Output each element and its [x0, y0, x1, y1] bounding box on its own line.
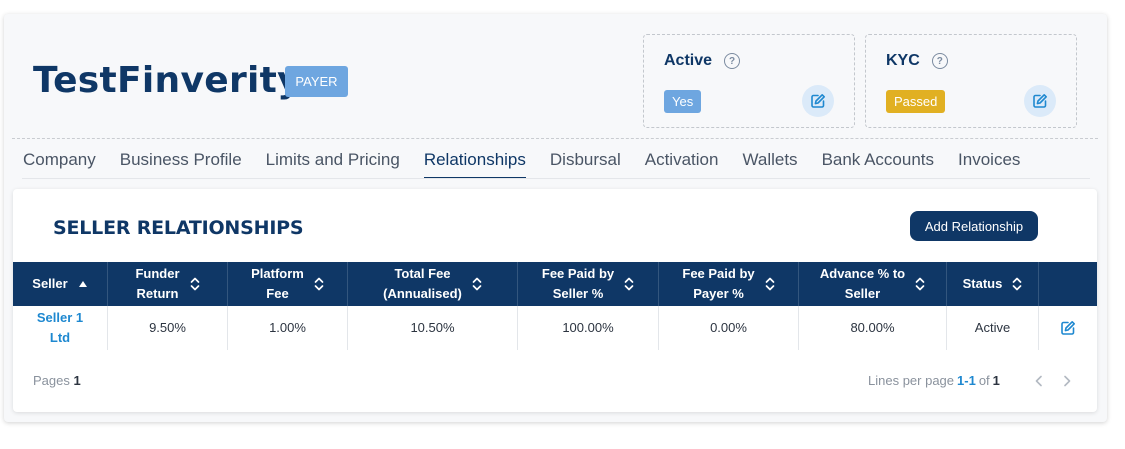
- sort-icon[interactable]: [314, 277, 324, 291]
- tab-relationships[interactable]: Relationships: [423, 150, 526, 181]
- table-row: Seller 1 Ltd 9.50% 1.00% 10.50% 100.00% 0…: [13, 306, 1097, 350]
- active-status-card: Active ? Yes: [643, 34, 855, 128]
- page-range: 1-1: [957, 373, 976, 388]
- column-header-funder-return[interactable]: Funder Return: [108, 262, 228, 306]
- cell-fee-paid-by-payer: 0.00%: [659, 306, 799, 350]
- column-header-actions: [1039, 262, 1097, 306]
- table-header: Seller Funder Return Platform Fee Total …: [13, 262, 1097, 306]
- sort-icon[interactable]: [190, 277, 200, 291]
- pager-controls: [1034, 375, 1090, 387]
- pagination: Lines per page 1-1 of 1: [868, 373, 1090, 388]
- tab-invoices[interactable]: Invoices: [958, 150, 1020, 181]
- edit-icon: [1033, 94, 1047, 108]
- tab-company[interactable]: Company: [23, 150, 96, 181]
- role-badge: PAYER: [285, 66, 348, 97]
- active-status-label: Active: [664, 52, 713, 69]
- column-header-fee-paid-by-seller[interactable]: Fee Paid by Seller %: [518, 262, 659, 306]
- seller-name-link[interactable]: Seller 1 Ltd: [13, 306, 108, 350]
- edit-icon: [1061, 321, 1075, 335]
- sort-icon[interactable]: [624, 277, 634, 291]
- edit-kyc-button[interactable]: [1024, 85, 1056, 117]
- edit-icon: [811, 94, 825, 108]
- company-details-card: TestFinverity PAYER Active ? Yes KYC ? P…: [4, 14, 1107, 422]
- cell-total-fee: 10.50%: [348, 306, 518, 350]
- tab-limits-and-pricing[interactable]: Limits and Pricing: [266, 150, 400, 181]
- cell-platform-fee: 1.00%: [228, 306, 348, 350]
- active-status-value: Yes: [664, 90, 702, 113]
- kyc-status-card: KYC ? Passed: [865, 34, 1077, 128]
- active-status-title: Active ?: [664, 52, 741, 70]
- cell-advance-to-seller: 80.00%: [799, 306, 947, 350]
- question-circle-icon[interactable]: ?: [724, 53, 741, 69]
- kyc-status-label: KYC: [886, 52, 920, 69]
- column-header-seller[interactable]: Seller: [13, 262, 108, 306]
- tab-wallets[interactable]: Wallets: [742, 150, 797, 181]
- kyc-status-value: Passed: [886, 90, 946, 113]
- add-relationship-button[interactable]: Add Relationship: [910, 211, 1038, 241]
- sort-icon[interactable]: [765, 277, 775, 291]
- tab-disbursal[interactable]: Disbursal: [550, 150, 621, 181]
- company-header: TestFinverity PAYER Active ? Yes KYC ? P…: [4, 14, 1107, 138]
- column-header-advance-to-seller[interactable]: Advance % to Seller: [799, 262, 947, 306]
- edit-active-button[interactable]: [802, 85, 834, 117]
- cell-fee-paid-by-seller: 100.00%: [518, 306, 659, 350]
- sort-icon[interactable]: [472, 277, 482, 291]
- cell-funder-return: 9.50%: [108, 306, 228, 350]
- cell-status: Active: [947, 306, 1039, 350]
- section-title: SELLER RELATIONSHIPS: [53, 217, 304, 239]
- question-circle-icon[interactable]: ?: [931, 53, 948, 69]
- chevron-right-icon[interactable]: [1062, 375, 1072, 387]
- pages-indicator: Pages 1: [33, 373, 81, 388]
- column-header-fee-paid-by-payer[interactable]: Fee Paid by Payer %: [659, 262, 799, 306]
- tabs-underline: [22, 178, 1090, 179]
- edit-row-button[interactable]: [1039, 306, 1097, 350]
- tab-activation[interactable]: Activation: [645, 150, 719, 181]
- sort-ascending-icon[interactable]: [78, 280, 88, 288]
- column-header-status[interactable]: Status: [947, 262, 1039, 306]
- kyc-status-title: KYC ?: [886, 52, 948, 70]
- header-divider: [12, 138, 1098, 139]
- tab-bank-accounts[interactable]: Bank Accounts: [822, 150, 934, 181]
- sort-icon[interactable]: [1012, 277, 1022, 291]
- tab-business-profile[interactable]: Business Profile: [120, 150, 242, 181]
- company-name: TestFinverity: [33, 60, 301, 101]
- seller-relationships-panel: SELLER RELATIONSHIPS Add Relationship Se…: [13, 189, 1097, 412]
- column-header-total-fee[interactable]: Total Fee (Annualised): [348, 262, 518, 306]
- column-header-platform-fee[interactable]: Platform Fee: [228, 262, 348, 306]
- sort-icon[interactable]: [915, 277, 925, 291]
- chevron-left-icon[interactable]: [1034, 375, 1044, 387]
- relationships-table: Seller Funder Return Platform Fee Total …: [13, 262, 1097, 350]
